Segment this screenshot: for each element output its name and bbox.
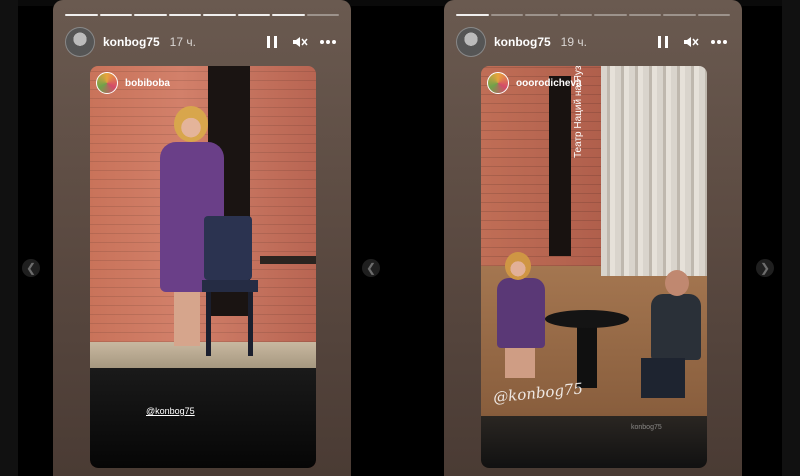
left-edge [0, 0, 18, 476]
repost-username: bobiboba [125, 77, 170, 89]
pause-button[interactable] [261, 31, 283, 53]
story-username[interactable]: konbog75 [494, 35, 551, 49]
progress-segment [663, 14, 696, 16]
story-time: 17 ч. [169, 35, 196, 49]
actor-legs [174, 292, 200, 346]
pause-icon [267, 36, 277, 48]
story-progress-bar [65, 14, 339, 17]
mute-icon [293, 37, 308, 47]
chevron-left-icon: ❮ [25, 261, 37, 275]
story-progress-bar [456, 14, 730, 17]
story-header: konbog75 17 ч. [65, 27, 339, 57]
audience-area [90, 368, 316, 468]
pause-button[interactable] [652, 31, 674, 53]
between-stories-arrow[interactable]: ❮ [362, 259, 380, 277]
right-edge [782, 0, 800, 476]
repost-avatar [487, 72, 509, 94]
pause-icon [658, 36, 668, 48]
progress-segment [490, 14, 523, 16]
progress-segment [456, 14, 489, 16]
repost-username: ooorodicheva [516, 77, 582, 89]
table-leg [577, 322, 597, 388]
repost-attribution[interactable]: bobiboba [96, 72, 170, 94]
progress-segment [525, 14, 558, 16]
more-button[interactable] [708, 31, 730, 53]
more-button[interactable] [317, 31, 339, 53]
mute-button[interactable] [289, 31, 311, 53]
actor-legs [641, 358, 685, 398]
progress-segment [628, 14, 661, 16]
actress-head [505, 252, 531, 280]
avatar[interactable] [456, 27, 486, 57]
progress-segment [65, 14, 98, 16]
story-time: 19 ч. [560, 35, 587, 49]
prev-story-button[interactable]: ❮ [22, 259, 40, 277]
mute-button[interactable] [680, 31, 702, 53]
progress-segment [99, 14, 132, 16]
story-card-2[interactable]: konbog75 19 ч. Театр Наций на Яузе oooro… [444, 0, 742, 476]
progress-segment [559, 14, 592, 16]
next-story-button[interactable]: ❯ [756, 259, 774, 277]
repost-attribution[interactable]: ooorodicheva [487, 72, 582, 94]
story-header: konbog75 19 ч. [456, 27, 730, 57]
chair [202, 216, 258, 356]
avatar[interactable] [65, 27, 95, 57]
stage-front [481, 416, 707, 468]
mute-icon [684, 37, 699, 47]
watermark: konbog75 [631, 424, 662, 431]
actress-body [497, 278, 545, 348]
chevron-left-icon: ❮ [365, 261, 377, 275]
chevron-right-icon: ❯ [759, 261, 771, 275]
progress-segment [134, 14, 167, 16]
story-photo[interactable]: bobiboba @konbog75 [90, 66, 316, 468]
repost-avatar [96, 72, 118, 94]
stage-curtain [601, 66, 707, 276]
actor-body [651, 294, 701, 360]
actor-head [174, 106, 208, 142]
progress-segment [272, 14, 305, 16]
story-card-1[interactable]: konbog75 17 ч. bobiboba @konbog75 [53, 0, 351, 476]
progress-segment [203, 14, 236, 16]
progress-segment [594, 14, 627, 16]
mention-tag[interactable]: @konbog75 [146, 406, 195, 416]
actress-legs [505, 348, 535, 378]
story-username[interactable]: konbog75 [103, 35, 160, 49]
side-table [260, 256, 316, 264]
more-icon [320, 40, 336, 44]
actor-head [665, 270, 689, 296]
story-photo[interactable]: Театр Наций на Яузе ooorodicheva @konbog… [481, 66, 707, 468]
round-table [545, 310, 629, 328]
progress-segment [306, 14, 339, 16]
progress-segment [697, 14, 730, 16]
more-icon [711, 40, 727, 44]
stage-doorway [549, 76, 571, 256]
progress-segment [168, 14, 201, 16]
progress-segment [237, 14, 270, 16]
